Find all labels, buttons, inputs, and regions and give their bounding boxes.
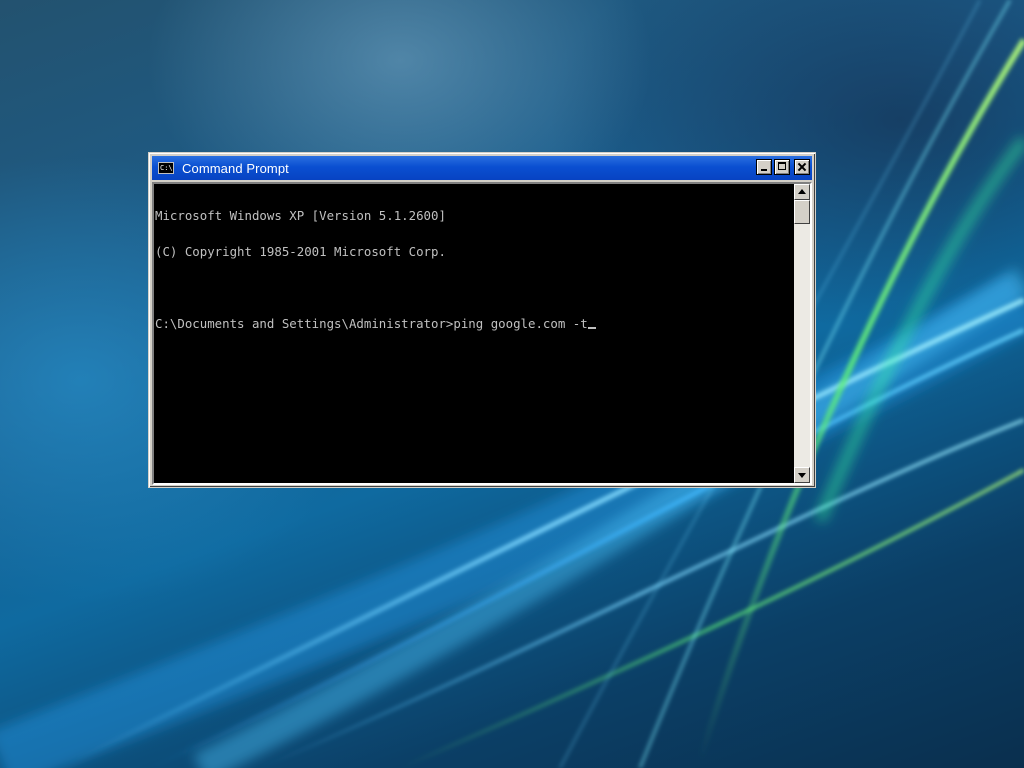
title-buttons (754, 159, 810, 175)
text-cursor (587, 327, 596, 329)
console-icon[interactable]: C:\ (158, 162, 174, 174)
scroll-down-arrow-icon[interactable] (794, 467, 810, 483)
console-line: (C) Copyright 1985-2001 Microsoft Corp. (155, 244, 446, 259)
window-title: Command Prompt (182, 160, 289, 176)
scrollbar-thumb[interactable] (794, 200, 810, 224)
console-line: Microsoft Windows XP [Version 5.1.2600] (155, 208, 446, 223)
console-frame: Microsoft Windows XP [Version 5.1.2600] … (152, 182, 812, 485)
minimize-icon[interactable] (756, 159, 772, 175)
vertical-scrollbar[interactable] (794, 184, 810, 483)
close-icon[interactable] (794, 159, 810, 175)
title-bar[interactable]: C:\ Command Prompt (152, 156, 812, 180)
console-command: C:\Documents and Settings\Administrator>… (155, 316, 588, 331)
maximize-icon[interactable] (774, 159, 790, 175)
scroll-up-arrow-icon[interactable] (794, 184, 810, 200)
console-prompt-line: C:\Documents and Settings\Administrator>… (155, 316, 794, 331)
console-output[interactable]: Microsoft Windows XP [Version 5.1.2600] … (154, 184, 794, 483)
command-prompt-window[interactable]: C:\ Command Prompt Microsoft Windows XP … (148, 152, 816, 488)
